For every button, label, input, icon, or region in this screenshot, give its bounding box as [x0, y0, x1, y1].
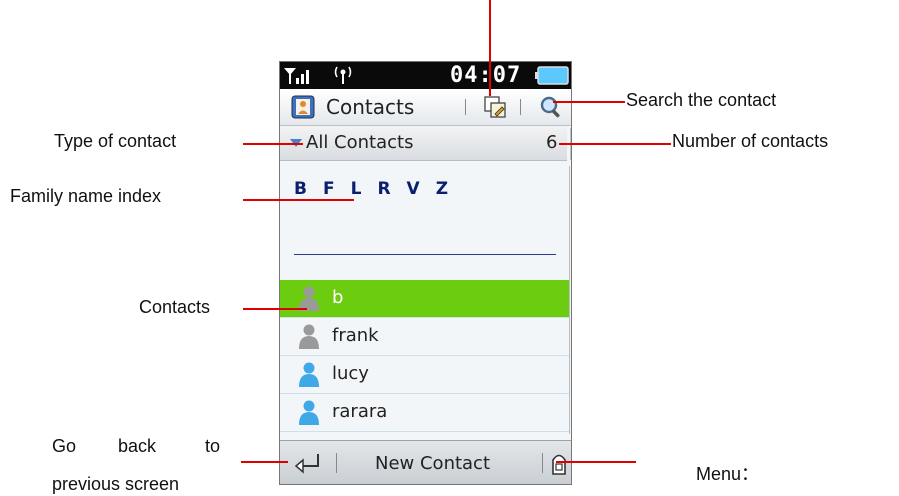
- index-letter[interactable]: L: [351, 179, 362, 199]
- callout-search: Search the contact: [626, 90, 777, 110]
- new-contact-button[interactable]: New Contact: [375, 453, 490, 474]
- contact-row[interactable]: b: [280, 280, 571, 318]
- edit-copy-icon[interactable]: [482, 95, 508, 119]
- title-bar: Contacts: [280, 89, 571, 126]
- back-icon[interactable]: [292, 452, 322, 474]
- divider: [465, 99, 466, 115]
- callout-line-top: [489, 0, 491, 96]
- search-icon[interactable]: [538, 94, 564, 120]
- index-divider: [294, 254, 556, 255]
- contact-name: frank: [332, 325, 379, 346]
- contact-count: 6: [546, 132, 558, 153]
- contact-type-label: All Contacts: [306, 132, 414, 153]
- callout-line-back: [241, 461, 288, 463]
- index-letter[interactable]: F: [323, 179, 335, 199]
- callout-back-go: Go: [52, 436, 77, 456]
- divider: [520, 99, 521, 115]
- contact-row[interactable]: frank: [280, 318, 571, 356]
- callout-line-menu: [556, 461, 636, 463]
- phone-screen: 04:07 Contacts All Contacts 6 BFLRVZ bfr…: [279, 61, 572, 485]
- contact-name: rarara: [332, 401, 388, 422]
- contact-row[interactable]: lucy: [280, 356, 571, 394]
- antenna-icon: [334, 66, 352, 84]
- clock-time: 04:07: [450, 63, 522, 88]
- contact-name: lucy: [332, 363, 369, 384]
- callout-line-family: [243, 199, 354, 201]
- divider: [542, 453, 543, 473]
- blue-person-icon: [298, 361, 320, 387]
- index-letter[interactable]: Z: [436, 179, 448, 199]
- gray-person-icon: [298, 323, 320, 349]
- callout-back-to: to: [205, 436, 221, 456]
- callout-back-line2: previous screen: [52, 474, 180, 494]
- battery-icon: [535, 66, 569, 85]
- index-letter[interactable]: R: [377, 179, 390, 199]
- family-name-index: BFLRVZ: [294, 179, 464, 199]
- callout-back-back: back: [118, 436, 157, 456]
- index-letter[interactable]: B: [294, 179, 307, 199]
- contact-name: b: [332, 287, 344, 308]
- callout-line-number: [559, 143, 671, 145]
- callout-contacts: Contacts: [139, 297, 211, 317]
- divider: [336, 453, 337, 473]
- callout-type: Type of contact: [54, 131, 177, 151]
- status-bar: 04:07: [280, 62, 571, 89]
- callout-number: Number of contacts: [672, 131, 829, 151]
- soft-key-bar: New Contact: [280, 440, 571, 484]
- callout-family: Family name index: [10, 186, 162, 206]
- callout-line-type: [243, 143, 303, 145]
- contact-type-filter[interactable]: All Contacts 6: [280, 126, 567, 161]
- callout-line-contacts: [243, 308, 307, 310]
- blue-person-icon: [298, 399, 320, 425]
- index-letter[interactable]: V: [407, 179, 420, 199]
- menu-icon[interactable]: [550, 450, 568, 476]
- callout-line-search: [553, 101, 625, 103]
- contacts-app-icon: [291, 95, 315, 119]
- signal-icon: [284, 68, 309, 84]
- callout-menu: Menu：: [696, 464, 760, 484]
- scrollbar[interactable]: [569, 166, 571, 434]
- page-title: Contacts: [326, 95, 415, 119]
- contact-row[interactable]: rarara: [280, 394, 571, 432]
